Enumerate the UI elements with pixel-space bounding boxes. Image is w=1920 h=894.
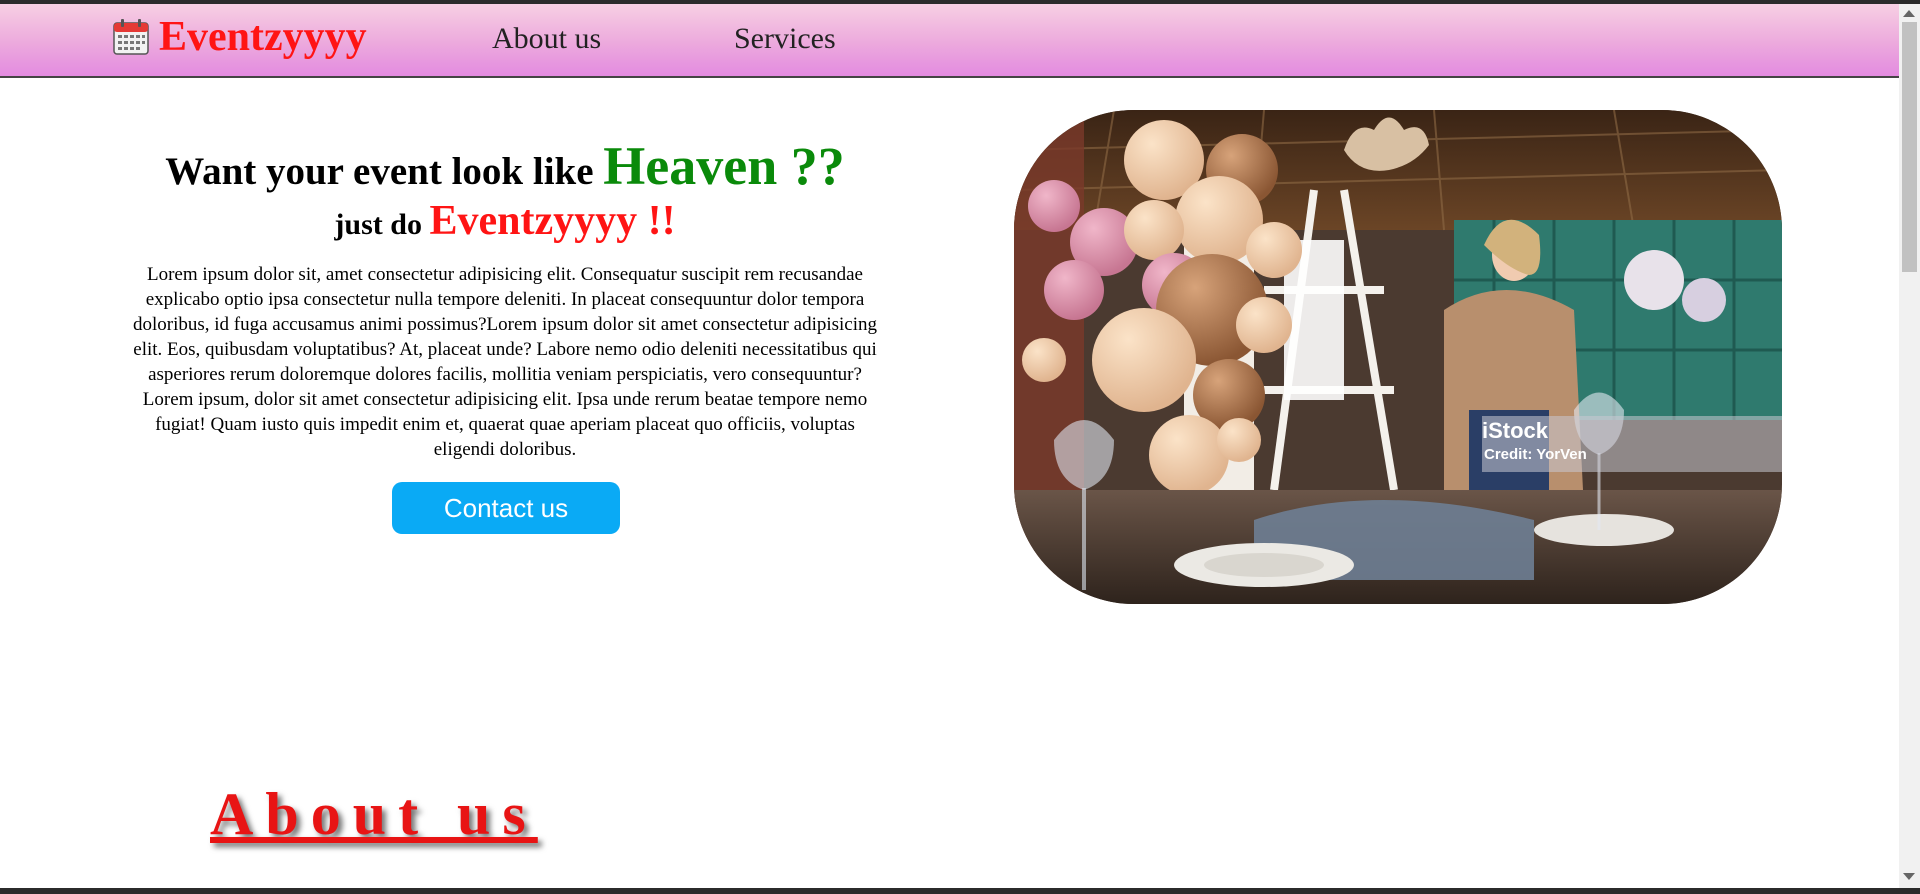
hero-event-image: iStock Credit: YorVen [1014,110,1782,604]
scroll-down-arrow-icon[interactable] [1903,873,1915,880]
calendar-icon [113,19,149,55]
hero-subheading-accent: Eventzyyyy !! [429,198,676,244]
hero-heading: Want your event look like Heaven ?? [120,134,890,199]
brand-logo-link[interactable]: Eventzyyyy [112,16,367,58]
navbar: Eventzyyyy About us Services [0,4,1899,78]
hero-subheading: just do Eventzyyyy !! [120,196,890,246]
istock-watermark-logo: iStock [1482,418,1549,443]
vertical-scrollbar[interactable] [1899,4,1920,888]
hero-subheading-text: just do [334,208,430,241]
istock-watermark-credit: Credit: YorVen [1484,446,1587,463]
brand-name: Eventzyyyy [159,14,367,60]
hero-heading-text: Want your event look like [165,150,604,193]
contact-us-button[interactable]: Contact us [392,482,620,534]
event-photo-illustration [1014,110,1782,604]
nav-link-about[interactable]: About us [492,24,601,54]
scroll-up-arrow-icon[interactable] [1903,10,1915,17]
nav-link-services[interactable]: Services [734,24,836,54]
hero-description: Lorem ipsum dolor sit, amet consectetur … [132,264,878,460]
page-viewport: Eventzyyyy About us Services Want your e… [0,4,1899,888]
hero-heading-accent: Heaven ?? [603,136,845,196]
about-section-heading: About us [210,781,538,847]
scrollbar-thumb[interactable] [1902,22,1917,272]
